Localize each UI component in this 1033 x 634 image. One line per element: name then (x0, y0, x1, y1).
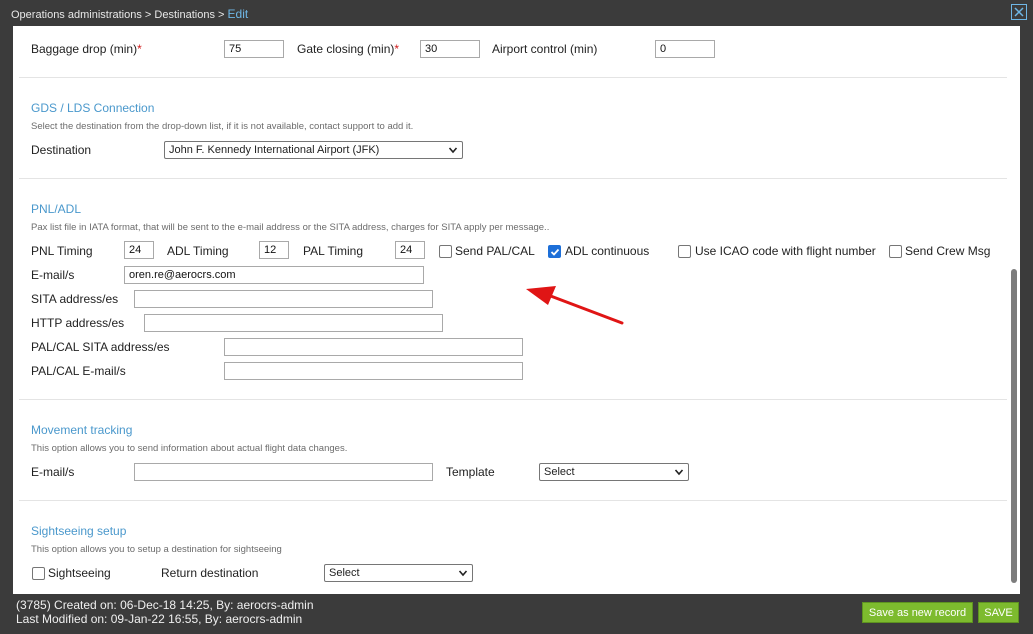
required-mark: * (137, 42, 142, 56)
pnl-timing-label: PNL Timing (31, 244, 93, 258)
save-as-new-record-button[interactable]: Save as new record (862, 602, 973, 623)
gate-closing-input[interactable] (420, 40, 480, 58)
destination-select-value: John F. Kennedy International Airport (J… (169, 144, 380, 156)
movement-email-label: E-mail/s (31, 465, 75, 479)
sightseeing-checkbox[interactable] (32, 567, 45, 580)
template-label: Template (446, 465, 495, 479)
pnl-section-title: PNL/ADL (31, 202, 82, 216)
baggage-drop-input[interactable] (224, 40, 284, 58)
save-button[interactable]: SAVE (978, 602, 1019, 623)
adl-timing-input[interactable] (259, 241, 289, 259)
send-pal-cal-label: Send PAL/CAL (455, 244, 535, 258)
palcal-email-label: PAL/CAL E-mail/s (31, 364, 126, 378)
destination-label: Destination (31, 143, 92, 157)
http-address-label: HTTP address/es (31, 316, 125, 330)
pal-timing-label: PAL Timing (303, 244, 364, 258)
required-mark: * (394, 42, 400, 56)
pnl-section-description: Pax list file in IATA format, that will … (31, 222, 550, 233)
breadcrumb-operations[interactable]: Operations administrations (11, 9, 142, 21)
movement-section-description: This option allows you to send informati… (31, 443, 348, 454)
red-arrow-annotation (526, 286, 624, 325)
section-divider (19, 77, 1007, 78)
gds-section-description: Select the destination from the drop-dow… (31, 121, 414, 132)
sightseeing-section-description: This option allows you to setup a destin… (31, 544, 282, 555)
scrollbar-track[interactable] (1008, 26, 1020, 594)
airport-control-label: Airport control (min) (492, 42, 598, 56)
edit-panel: Baggage drop (min)* Gate closing (min)* … (13, 26, 1020, 594)
icao-code-label: Use ICAO code with flight number (695, 244, 876, 258)
adl-timing-label: ADL Timing (167, 244, 229, 258)
movement-section-title: Movement tracking (31, 423, 133, 437)
return-destination-value: Select (329, 567, 360, 579)
created-info: (3785) Created on: 06-Dec-18 14:25, By: … (16, 598, 314, 612)
palcal-email-input[interactable] (224, 362, 523, 380)
baggage-drop-label: Baggage drop (min)* (31, 42, 142, 56)
close-icon (1014, 7, 1024, 17)
close-button[interactable] (1011, 4, 1027, 20)
chevron-down-icon (674, 469, 684, 476)
record-info: (3785) Created on: 06-Dec-18 14:25, By: … (16, 598, 314, 626)
sightseeing-section-title: Sightseeing setup (31, 524, 127, 538)
title-bar: Operations administrations > Destination… (0, 0, 1033, 26)
chevron-down-icon (458, 570, 468, 577)
return-destination-label: Return destination (161, 566, 259, 580)
scrollbar-thumb[interactable] (1011, 269, 1017, 583)
pnl-email-label: E-mail/s (31, 268, 75, 282)
gate-closing-label: Gate closing (min)* (297, 42, 400, 56)
airport-control-input[interactable] (655, 40, 715, 58)
section-divider (19, 399, 1007, 400)
sita-address-input[interactable] (134, 290, 433, 308)
sita-address-label: SITA address/es (31, 292, 119, 306)
modified-info: Last Modified on: 09-Jan-22 16:55, By: a… (16, 612, 303, 626)
template-select[interactable]: Select (539, 463, 689, 481)
pal-timing-input[interactable] (395, 241, 425, 259)
send-pal-cal-checkbox[interactable] (439, 245, 452, 258)
adl-continuous-label: ADL continuous (565, 244, 650, 258)
section-divider (19, 500, 1007, 501)
breadcrumb: Operations administrations > Destination… (11, 7, 248, 21)
checkmark-icon (550, 248, 559, 256)
breadcrumb-destinations[interactable]: Destinations (154, 9, 215, 21)
return-destination-select[interactable]: Select (324, 564, 473, 582)
sightseeing-label: Sightseeing (48, 566, 111, 580)
pnl-email-input[interactable] (124, 266, 424, 284)
pnl-timing-input[interactable] (124, 241, 154, 259)
palcal-sita-label: PAL/CAL SITA address/es (31, 340, 170, 354)
breadcrumb-separator: > (144, 9, 152, 21)
icao-code-checkbox[interactable] (678, 245, 691, 258)
send-crew-msg-checkbox[interactable] (889, 245, 902, 258)
http-address-input[interactable] (144, 314, 443, 332)
palcal-sita-input[interactable] (224, 338, 523, 356)
chevron-down-icon (448, 147, 458, 154)
breadcrumb-edit: Edit (227, 7, 249, 21)
breadcrumb-separator: > (218, 9, 225, 21)
send-crew-msg-label: Send Crew Msg (905, 244, 991, 258)
destination-select[interactable]: John F. Kennedy International Airport (J… (164, 141, 463, 159)
gds-section-title: GDS / LDS Connection (31, 101, 155, 115)
section-divider (19, 178, 1007, 179)
movement-email-input[interactable] (134, 463, 433, 481)
adl-continuous-checkbox[interactable] (548, 245, 561, 258)
template-select-value: Select (544, 466, 575, 478)
